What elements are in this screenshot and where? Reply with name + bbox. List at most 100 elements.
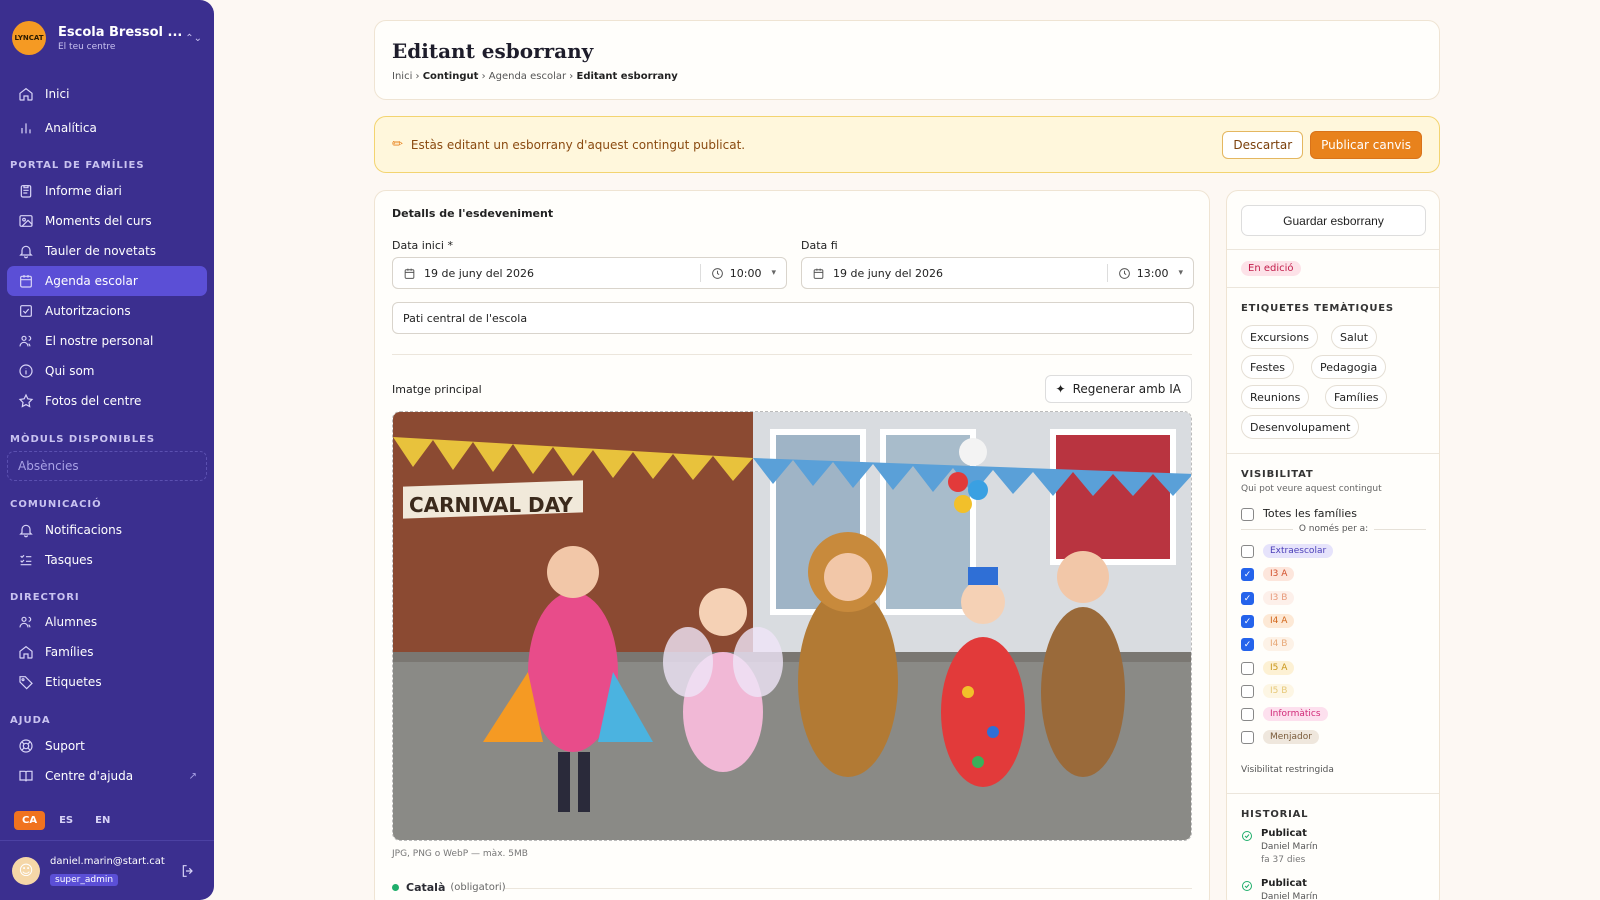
- lifebuoy-icon: [18, 738, 34, 754]
- section-portal: PORTAL DE FAMÍLIES: [10, 160, 145, 171]
- book-icon: [18, 768, 34, 784]
- group-checkbox[interactable]: [1241, 708, 1254, 721]
- page-title: Editant esborrany: [392, 39, 594, 63]
- start-date-field[interactable]: 19 de juny del 2026 10:00 ▾: [392, 257, 787, 289]
- sidebar-item-centre-ajuda[interactable]: Centre d'ajuda ↗: [7, 761, 207, 791]
- sidebar-item-fotos[interactable]: Fotos del centre: [7, 386, 207, 416]
- users-icon: [18, 614, 34, 630]
- crumb-agenda[interactable]: Agenda escolar: [489, 71, 566, 82]
- avatar[interactable]: ☺: [12, 856, 40, 885]
- sidebar-item-inici[interactable]: Inici: [7, 79, 207, 109]
- start-time-value[interactable]: 10:00: [730, 267, 762, 280]
- visibility-title: VISIBILITAT: [1241, 469, 1314, 480]
- tag-salut[interactable]: Salut: [1331, 325, 1378, 349]
- sidebar-item-qui-som[interactable]: Qui som: [7, 356, 207, 386]
- group-checkbox[interactable]: [1241, 545, 1254, 558]
- logout-icon[interactable]: [180, 863, 196, 879]
- group-checkbox[interactable]: ✓: [1241, 568, 1254, 581]
- calendar-icon: [403, 267, 416, 280]
- sidebar-item-suport[interactable]: Suport: [7, 731, 207, 761]
- lang-en[interactable]: EN: [87, 811, 118, 830]
- sidebar-item-notificacions[interactable]: Notificacions: [7, 515, 207, 545]
- calendar-icon: [812, 267, 825, 280]
- lang-ca[interactable]: CA: [14, 811, 46, 830]
- center-switcher[interactable]: LYNCAT Escola Bressol ... El teu centre …: [12, 18, 202, 58]
- publish-changes-button[interactable]: Publicar canvis: [1310, 130, 1422, 159]
- image-hint: JPG, PNG o WebP — màx. 5MB: [392, 849, 528, 859]
- group-checkbox[interactable]: ✓: [1241, 592, 1254, 605]
- save-draft-button[interactable]: Guardar esborrany: [1241, 205, 1426, 236]
- sidebar-item-agenda[interactable]: Agenda escolar: [7, 266, 207, 296]
- language-catala[interactable]: Català (obligatori): [392, 881, 506, 894]
- chevron-down-icon: ▾: [1178, 268, 1183, 278]
- group-checkbox[interactable]: [1241, 731, 1254, 744]
- sidebar-item-tauler[interactable]: Tauler de novetats: [7, 236, 207, 266]
- bell-icon: [18, 522, 34, 538]
- tag-pedagogia[interactable]: Pedagogia: [1311, 355, 1387, 379]
- center-name: Escola Bressol ...: [58, 24, 183, 40]
- end-date-field[interactable]: 19 de juny del 2026 13:00 ▾: [801, 257, 1194, 289]
- end-time-value[interactable]: 13:00: [1137, 267, 1169, 280]
- tag-reunions[interactable]: Reunions: [1241, 385, 1310, 409]
- location-value: Pati central de l'escola: [403, 311, 528, 325]
- sidebar-item-tasques[interactable]: Tasques: [7, 545, 207, 575]
- group-badge: Informàtics: [1263, 707, 1328, 721]
- image-banner-text: CARNIVAL DAY: [409, 493, 573, 517]
- all-families-label: Totes les famílies: [1263, 507, 1357, 520]
- star-icon: [18, 393, 34, 409]
- regenerate-ai-button[interactable]: ✦ Regenerar amb IA: [1044, 375, 1192, 403]
- lang-es[interactable]: ES: [51, 811, 81, 830]
- sidebar-item-alumnes[interactable]: Alumnes: [7, 607, 207, 637]
- sparkles-icon: ✦: [1055, 382, 1066, 396]
- sidebar-item-informe-diari[interactable]: Informe diari: [7, 176, 207, 206]
- info-icon: [18, 363, 34, 379]
- visibility-subtitle: Qui pot veure aquest contingut: [1241, 484, 1382, 494]
- end-date-value: 19 de juny del 2026: [833, 266, 944, 280]
- check-circle-icon: [1241, 877, 1253, 891]
- sidebar-item-analitica[interactable]: Analítica: [7, 113, 207, 143]
- tags-title: ETIQUETES TEMÀTIQUES: [1241, 303, 1394, 314]
- tag-families[interactable]: Famílies: [1325, 385, 1388, 409]
- pencil-icon: ✏: [392, 137, 403, 152]
- tag-excursions[interactable]: Excursions: [1241, 325, 1319, 349]
- group-checkbox[interactable]: ✓: [1241, 638, 1254, 651]
- tag-desenvolupament[interactable]: Desenvolupament: [1241, 415, 1360, 439]
- lyncat-logo: LYNCAT: [12, 21, 46, 55]
- side-panel: Guardar esborrany En edició ETIQUETES TE…: [1226, 190, 1440, 900]
- users-icon: [18, 333, 34, 349]
- list-check-icon: [18, 552, 34, 568]
- group-checkbox[interactable]: [1241, 662, 1254, 675]
- language-switcher: CA ES EN: [14, 811, 118, 830]
- history-title: HISTORIAL: [1241, 809, 1309, 820]
- sidebar-item-personal[interactable]: El nostre personal: [7, 326, 207, 356]
- main-image-dropzone[interactable]: CARNIVAL DAY: [392, 411, 1192, 841]
- group-checkbox[interactable]: [1241, 685, 1254, 698]
- sidebar-item-moments[interactable]: Moments del curs: [7, 206, 207, 236]
- sidebar-item-autoritzacions[interactable]: Autoritzacions: [7, 296, 207, 326]
- group-badge: Extraescolar: [1263, 544, 1334, 558]
- discard-button[interactable]: Descartar: [1222, 130, 1304, 159]
- main-image-label: Imatge principal: [392, 383, 482, 396]
- history-entry: Publicat Daniel Marín: [1241, 877, 1318, 900]
- all-families-checkbox[interactable]: [1241, 508, 1254, 521]
- group-checkbox[interactable]: ✓: [1241, 615, 1254, 628]
- crumb-contingut[interactable]: Contingut: [423, 71, 479, 82]
- check-square-icon: [18, 303, 34, 319]
- tag-festes[interactable]: Festes: [1241, 355, 1295, 379]
- draft-banner: ✏ Estàs editant un esborrany d'aquest co…: [374, 116, 1440, 173]
- sidebar-item-etiquetes[interactable]: Etiquetes: [7, 667, 207, 697]
- status-badge: En edició: [1241, 261, 1301, 276]
- sidebar-item-families[interactable]: Famílies: [7, 637, 207, 667]
- chevron-updown-icon: ⌃⌄: [185, 32, 202, 44]
- only-for-divider: O només per a:: [1241, 524, 1426, 534]
- tag-icon: [18, 674, 34, 690]
- clock-icon: [1118, 267, 1131, 280]
- group-badge: I4 A: [1263, 614, 1295, 628]
- sidebar-item-absencies[interactable]: Absències: [7, 451, 207, 481]
- event-details-card: Detalls de l'esdeveniment Data inici * 1…: [374, 190, 1210, 900]
- end-date-label: Data fi: [801, 239, 838, 252]
- crumb-inici[interactable]: Inici: [392, 71, 412, 82]
- section-ajuda: AJUDA: [10, 715, 51, 726]
- location-input[interactable]: Pati central de l'escola: [392, 302, 1194, 334]
- check-circle-icon: [1241, 827, 1253, 841]
